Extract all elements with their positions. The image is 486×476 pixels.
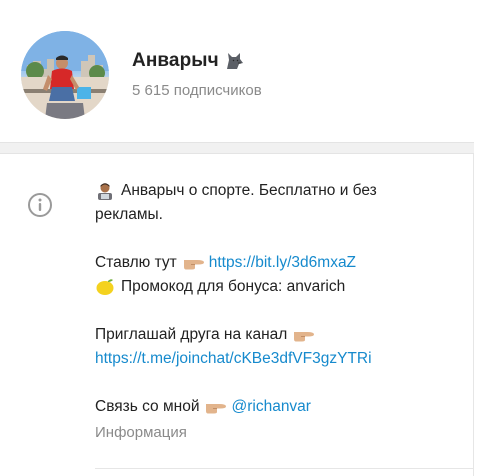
description-text: рекламы. (95, 206, 163, 223)
channel-header: Анварыч 5 615 подписчиков (0, 0, 474, 142)
wolf-icon (225, 51, 245, 71)
promo-text: Промокод для бонуса: anvarich (121, 278, 346, 295)
pointing-right-icon (183, 254, 204, 272)
row-separator (95, 468, 474, 469)
invite-text: Приглашай друга на канал (95, 326, 288, 343)
promo-line: Промокод для бонуса: anvarich (95, 275, 465, 299)
channel-avatar[interactable] (21, 31, 109, 119)
lemon-icon (95, 278, 115, 296)
channel-info-panel: Анварыч 5 615 подписчиков Анварыч о спор… (0, 0, 474, 476)
subscriber-count: 5 615 подписчиков (132, 82, 262, 99)
channel-name-text: Анварыч (132, 50, 219, 71)
contact-text: Связь со мной (95, 398, 200, 415)
man-technologist-icon (95, 182, 115, 200)
avatar-photo (21, 31, 109, 119)
bet-link[interactable]: https://bit.ly/3d6mxaZ (209, 251, 356, 275)
invite-link[interactable]: https://t.me/joinchat/cKBe3dfVF3gzYTRi (95, 347, 372, 371)
info-caption: Информация (95, 424, 187, 441)
pointing-right-icon (293, 326, 315, 344)
description-line: Анварыч о спорте. Бесплатно и без (95, 179, 465, 203)
contact-link[interactable]: @richanvar (231, 395, 310, 419)
channel-title: Анварыч (132, 50, 245, 72)
section-divider (0, 142, 474, 154)
channel-description: Анварыч о спорте. Бесплатно и без реклам… (95, 179, 465, 419)
info-icon (27, 192, 53, 218)
invite-link-line: https://t.me/joinchat/cKBe3dfVF3gzYTRi (95, 347, 465, 371)
bet-text: Ставлю тут (95, 254, 177, 271)
bet-line: Ставлю тут https://bit.ly/3d6mxaZ (95, 251, 465, 275)
contact-line: Связь со мной @richanvar (95, 395, 465, 419)
description-line: рекламы. (95, 203, 465, 227)
invite-line: Приглашай друга на канал (95, 323, 465, 347)
description-text: Анварыч о спорте. Бесплатно и без (121, 182, 377, 199)
pointing-right-icon (205, 398, 227, 416)
